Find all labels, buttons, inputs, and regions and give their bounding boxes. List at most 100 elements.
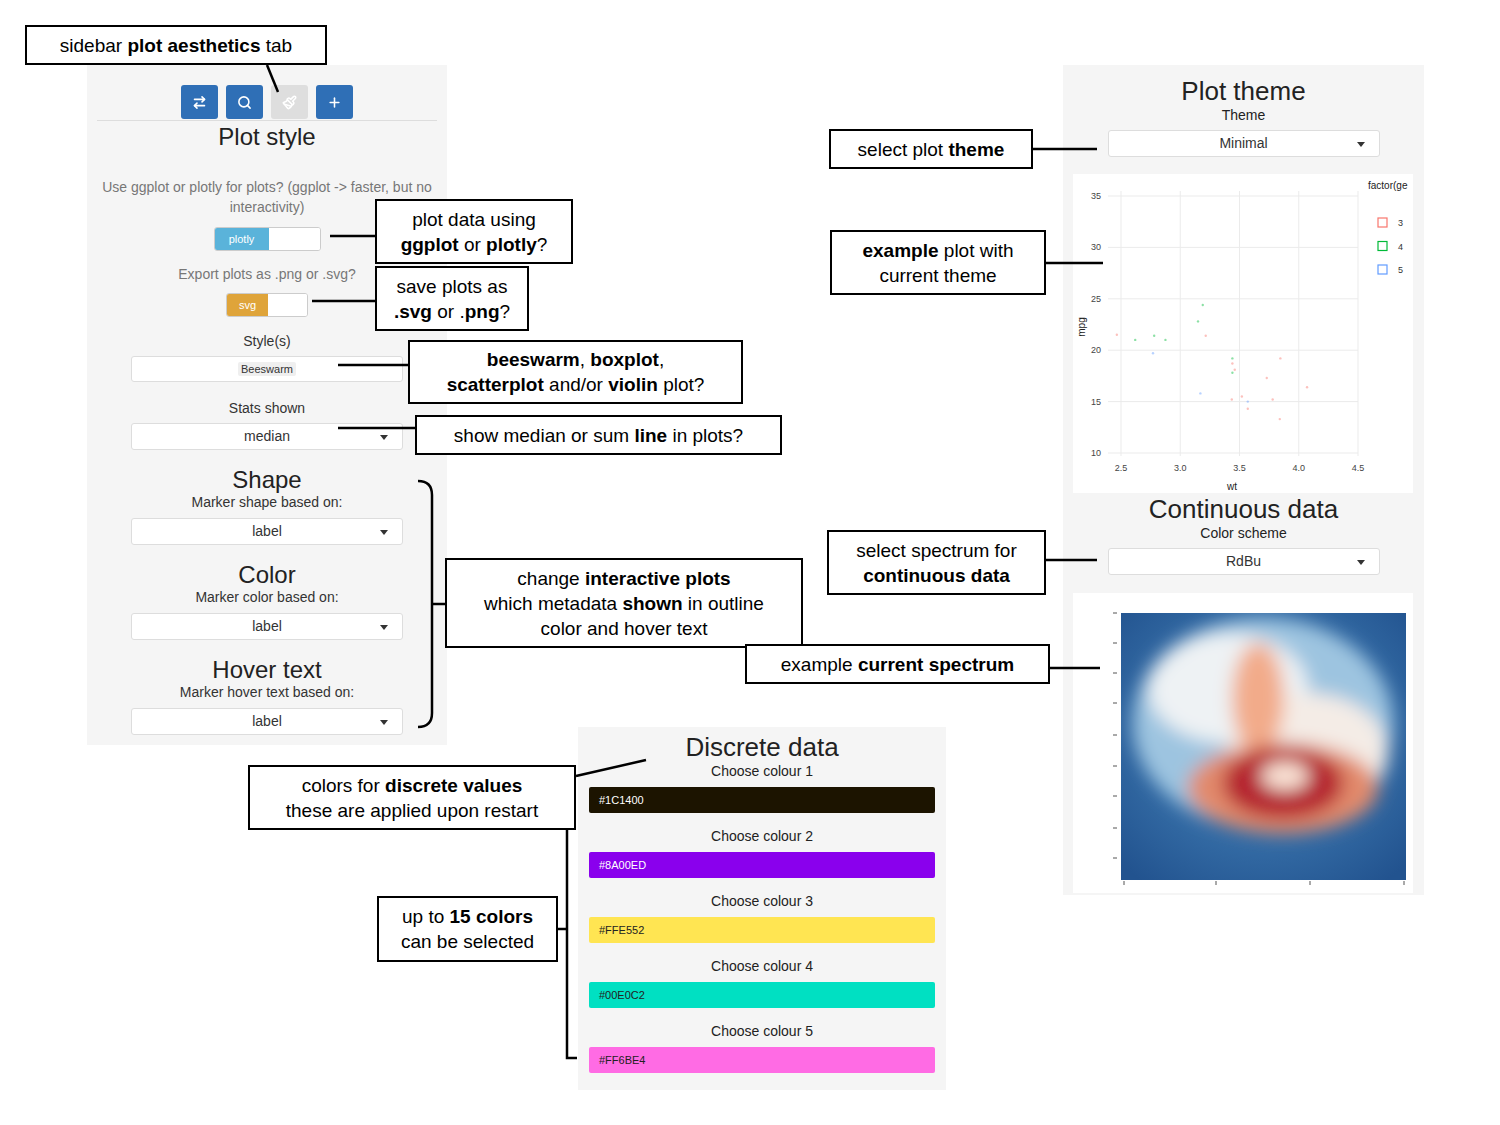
plot-point[interactable]	[1231, 362, 1233, 364]
callout: sidebar plot aesthetics tab	[25, 25, 327, 65]
theme-label: Theme	[1063, 106, 1424, 124]
sidebar-tab[interactable]	[226, 85, 263, 119]
marker-section: ShapeMarker shape based on:label	[87, 467, 447, 545]
callout: example plot withcurrent theme	[830, 230, 1046, 295]
colour-input[interactable]: #8A00ED	[589, 852, 935, 878]
callout-line: current theme	[879, 263, 996, 288]
sidebar-tab[interactable]	[316, 85, 353, 119]
colour-input[interactable]: #FF6BE4	[589, 1047, 935, 1073]
plot-point[interactable]	[1153, 335, 1155, 337]
plot-point[interactable]	[1241, 395, 1243, 397]
colour-picker: Choose colour 5 #FF6BE4	[578, 1022, 946, 1073]
section-label: Marker shape based on:	[87, 493, 447, 511]
callout: up to 15 colorscan be selected	[377, 896, 558, 962]
callout-line: plot data using	[412, 207, 536, 232]
engine-toggle[interactable]: plotly	[214, 227, 321, 251]
callout-line: colors for discrete values	[302, 773, 523, 798]
plot-point[interactable]	[1164, 339, 1166, 341]
svg-text:mpg: mpg	[1076, 317, 1087, 336]
styles-label: Style(s)	[87, 332, 447, 350]
callout: show median or sum line in plots?	[415, 415, 782, 455]
svg-text:4.5: 4.5	[1352, 463, 1365, 473]
style-chip[interactable]: Beeswarm	[238, 362, 296, 376]
colour-input[interactable]: #00E0C2	[589, 982, 935, 1008]
marker-select[interactable]: label	[131, 613, 403, 640]
toggle-on-part: svg	[227, 294, 268, 316]
plot-point[interactable]	[1202, 304, 1204, 306]
plot-point[interactable]	[1247, 408, 1249, 410]
svg-text:2.5: 2.5	[1115, 463, 1128, 473]
theme-select[interactable]: Minimal	[1108, 130, 1380, 157]
legend-item[interactable]: 4	[1378, 242, 1403, 252]
caret-icon	[1357, 142, 1365, 147]
plot-point[interactable]	[1197, 320, 1199, 322]
callout: select plot theme	[829, 129, 1033, 169]
plot-point[interactable]	[1152, 352, 1154, 354]
plot-point[interactable]	[1266, 377, 1268, 379]
swap-icon	[192, 95, 207, 110]
plot-point[interactable]	[1134, 339, 1136, 341]
caret-icon	[380, 625, 388, 630]
callout-line: which metadata shown in outline	[484, 591, 764, 616]
toggle-off-part	[269, 228, 320, 250]
colour-input[interactable]: #1C1400	[589, 787, 935, 813]
stats-label: Stats shown	[87, 399, 447, 417]
callout-line: sidebar plot aesthetics tab	[60, 33, 292, 58]
marker-section: Hover textMarker hover text based on:lab…	[87, 657, 447, 735]
callout-line: .svg or .png?	[394, 299, 510, 324]
callout-line: change interactive plots	[517, 566, 730, 591]
callout-line: continuous data	[863, 563, 1010, 588]
sidebar-panel: Plot styleUse ggplot or plotly for plots…	[87, 65, 447, 745]
colour-label: Choose colour 5	[578, 1022, 946, 1040]
plot-point[interactable]	[1279, 357, 1281, 359]
svg-text:3.0: 3.0	[1174, 463, 1187, 473]
svg-text:3: 3	[1398, 218, 1403, 228]
stats-select[interactable]: median	[131, 423, 403, 450]
styles-input[interactable]: Beeswarm	[131, 356, 403, 382]
callout: beeswarm, boxplot,scatterplot and/or vio…	[408, 340, 743, 404]
marker-section: ColorMarker color based on:label	[87, 562, 447, 640]
sidebar-tab[interactable]	[271, 85, 308, 119]
panel-title: Discrete data	[578, 732, 946, 762]
plot-point[interactable]	[1205, 335, 1207, 337]
colour-label: Choose colour 3	[578, 892, 946, 910]
scheme-select[interactable]: RdBu	[1108, 548, 1380, 575]
marker-select[interactable]: label	[131, 518, 403, 545]
colour-picker: Choose colour 3 #FFE552	[578, 892, 946, 943]
toggle-on-part: plotly	[215, 228, 269, 250]
legend-item[interactable]: 5	[1378, 265, 1403, 275]
plot-point[interactable]	[1279, 418, 1281, 420]
plot-point[interactable]	[1231, 357, 1233, 359]
section-label: Marker hover text based on:	[87, 683, 447, 701]
spectrum-heatmap	[1073, 593, 1413, 893]
plot-point[interactable]	[1247, 400, 1249, 402]
brush-icon	[282, 95, 297, 110]
export-toggle[interactable]: svg	[226, 293, 308, 317]
plot-point[interactable]	[1116, 334, 1118, 336]
section-title: Color	[87, 562, 447, 588]
colour-input[interactable]: #FFE552	[589, 917, 935, 943]
plot-point[interactable]	[1231, 398, 1233, 400]
callout-line: these are applied upon restart	[286, 798, 538, 823]
svg-text:wt: wt	[1226, 481, 1237, 492]
sidebar-tabs	[87, 85, 447, 119]
legend-item[interactable]: 3	[1378, 218, 1403, 228]
caret-icon	[1357, 560, 1365, 565]
figure: Plot styleUse ggplot or plotly for plots…	[0, 0, 1500, 1125]
plot-point[interactable]	[1306, 386, 1308, 388]
search-icon	[237, 95, 252, 110]
example-plot[interactable]: 2.53.03.54.04.5353025201510wtmpgfactor(g…	[1073, 174, 1413, 493]
sidebar-tab[interactable]	[181, 85, 218, 119]
plot-point[interactable]	[1234, 369, 1236, 371]
plot-point[interactable]	[1199, 392, 1201, 394]
plus-icon	[327, 95, 342, 110]
callout-line: beeswarm, boxplot,	[487, 347, 664, 372]
caret-icon	[380, 720, 388, 725]
plot-point[interactable]	[1231, 372, 1233, 374]
theme-panel: Plot themeThemeMinimal2.53.03.54.04.5353…	[1063, 65, 1424, 895]
discrete-panel: Discrete dataChoose colour 1#1C1400Choos…	[578, 727, 946, 1090]
plot-point[interactable]	[1271, 398, 1273, 400]
marker-select[interactable]: label	[131, 708, 403, 735]
svg-text:15: 15	[1091, 397, 1101, 407]
svg-text:25: 25	[1091, 294, 1101, 304]
